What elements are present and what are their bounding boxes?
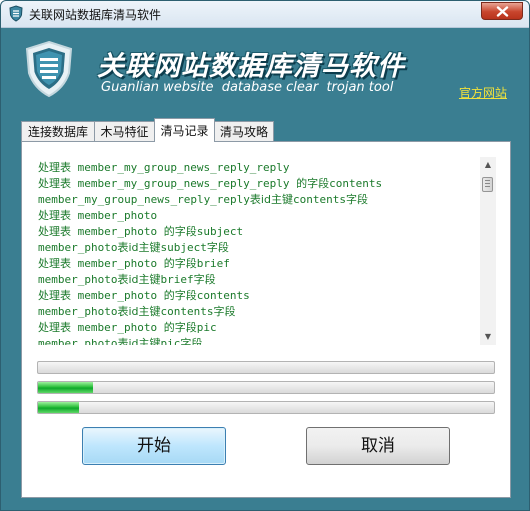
- log-line-tail: subject: [196, 225, 244, 238]
- log-line-tail: pic: [196, 321, 217, 334]
- log-line: member_photo表id主键contents字段: [38, 304, 382, 320]
- log-line-suffix: 的字段: [163, 321, 197, 334]
- log-line-suffix: 表id主键: [249, 193, 293, 206]
- log-line-text: member_photo: [38, 241, 118, 254]
- log-line-suffix: 表id主键: [117, 305, 161, 318]
- log-line-text: member_photo: [71, 225, 164, 238]
- banner-subtitle: Guanlian website database clear trojan t…: [101, 80, 394, 95]
- progress-bar-3: [37, 401, 495, 414]
- log-line-tail: contents字段: [160, 305, 236, 318]
- log-line: 处理表 member_photo 的字段subject: [38, 224, 382, 240]
- log-list[interactable]: 处理表 member_my_group_news_reply_reply 处理表 …: [36, 157, 496, 345]
- app-window: 关联网站数据库清马软件 关联网站数据库清马软件 Guanlian website…: [0, 0, 530, 511]
- log-line-tail: subject字段: [160, 241, 229, 254]
- log-line-text: member_photo: [71, 289, 164, 302]
- start-button[interactable]: 开始: [82, 427, 226, 465]
- log-line-text: member_my_group_news_reply_reply: [38, 193, 250, 206]
- log-line-tail: contents字段: [292, 193, 368, 206]
- shield-icon: [8, 5, 24, 22]
- log-line-text: member_photo: [38, 337, 118, 345]
- shield-logo-icon: [23, 40, 75, 102]
- official-website-link[interactable]: 官方网站: [459, 84, 507, 101]
- log-line-text: member_my_group_news_reply_reply: [71, 161, 290, 174]
- log-line: member_photo表id主键brief字段: [38, 272, 382, 288]
- log-line-text: member_photo: [71, 209, 158, 222]
- log-line-prefix: 处理表: [38, 321, 71, 334]
- progress-fill-2: [38, 382, 93, 393]
- log-line-suffix: 表id主键: [117, 337, 161, 345]
- log-line: 处理表 member_my_group_news_reply_reply: [38, 160, 382, 176]
- log-lines: 处理表 member_my_group_news_reply_reply 处理表 …: [38, 160, 382, 345]
- log-line-text: member_photo: [71, 257, 164, 270]
- log-line-suffix: 表id主键: [117, 241, 161, 254]
- close-button[interactable]: [481, 2, 523, 20]
- progress-bar-2: [37, 381, 495, 394]
- title-bar[interactable]: 关联网站数据库清马软件: [1, 1, 529, 28]
- log-line-tail: contents: [196, 289, 250, 302]
- tab-cleaning-log[interactable]: 清马记录: [154, 118, 215, 142]
- log-line: 处理表 member_photo 的字段contents: [38, 288, 382, 304]
- tab-trojan-signatures[interactable]: 木马特征: [94, 121, 155, 141]
- log-line-text: member_photo: [38, 273, 118, 286]
- tab-panel-cleaning-log: 处理表 member_my_group_news_reply_reply 处理表 …: [21, 141, 511, 498]
- header-banner: 关联网站数据库清马软件 Guanlian website database cl…: [1, 28, 529, 114]
- log-scrollbar[interactable]: ▲ ▼: [480, 157, 496, 345]
- log-line-tail: brief: [196, 257, 230, 270]
- progress-bar-1: [37, 361, 495, 374]
- banner-title: 关联网站数据库清马软件: [97, 51, 405, 82]
- log-line-tail: brief字段: [160, 273, 216, 286]
- log-line-text: member_photo: [71, 321, 164, 334]
- log-line-prefix: 处理表: [38, 289, 71, 302]
- log-line: 处理表 member_my_group_news_reply_reply 的字段…: [38, 176, 382, 192]
- log-line-text: member_my_group_news_reply_reply: [71, 177, 297, 190]
- tab-cleaning-guide[interactable]: 清马攻略: [214, 121, 274, 141]
- log-line: member_photo表id主键subject字段: [38, 240, 382, 256]
- progress-fill-3: [38, 402, 80, 413]
- log-line-suffix: 的字段: [163, 257, 197, 270]
- log-line-tail: pic字段: [160, 337, 203, 345]
- log-line: 处理表 member_photo 的字段pic: [38, 320, 382, 336]
- log-line-tail: contents: [329, 177, 383, 190]
- log-line: member_photo表id主键pic字段: [38, 336, 382, 345]
- log-line-suffix: 的字段: [296, 177, 330, 190]
- cancel-button[interactable]: 取消: [306, 427, 450, 465]
- log-line-prefix: 处理表: [38, 177, 71, 190]
- log-line-prefix: 处理表: [38, 161, 71, 174]
- arrow-up-icon[interactable]: ▲: [480, 157, 496, 173]
- arrow-down-icon[interactable]: ▼: [480, 329, 496, 345]
- log-line: 处理表 member_photo: [38, 208, 382, 224]
- tab-connect-database[interactable]: 连接数据库: [21, 121, 95, 141]
- window-title: 关联网站数据库清马软件: [29, 8, 162, 22]
- log-line: 处理表 member_photo 的字段brief: [38, 256, 382, 272]
- log-line-prefix: 处理表: [38, 209, 71, 222]
- log-line-prefix: 处理表: [38, 225, 71, 238]
- log-line-text: member_photo: [38, 305, 118, 318]
- log-line-suffix: 的字段: [163, 225, 197, 238]
- scrollbar-thumb[interactable]: [482, 177, 493, 192]
- log-line: member_my_group_news_reply_reply表id主键con…: [38, 192, 382, 208]
- log-line-prefix: 处理表: [38, 257, 71, 270]
- log-line-suffix: 表id主键: [117, 273, 161, 286]
- log-line-suffix: 的字段: [163, 289, 197, 302]
